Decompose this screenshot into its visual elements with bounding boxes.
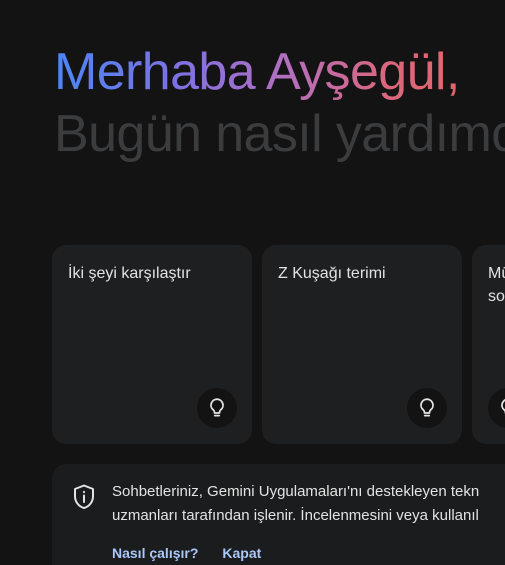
greeting-title: Merhaba Ayşegül, [54,42,466,102]
greeting-subtitle: Bugün nasıl yardımcı olabilirim? [54,105,505,163]
how-it-works-link[interactable]: Nasıl çalışır? [112,545,198,561]
privacy-notice-line-1: Sohbetleriniz, Gemini Uygulamaları'nı de… [112,483,480,500]
greeting: Merhaba Ayşegül, [54,42,466,102]
suggestion-card-text: İki şeyi karşılaştır [68,265,191,282]
lightbulb-icon [407,388,447,428]
close-link[interactable]: Kapat [222,545,261,561]
shield-info-icon [71,483,97,511]
suggestion-card-partial[interactable]: Mü so [472,245,505,444]
suggestion-card-gen-z-term[interactable]: Z Kuşağı terimi [262,245,462,444]
suggestion-card-text: Mü so [488,265,505,305]
privacy-notice-links: Nasıl çalışır? Kapat [112,545,261,561]
lightbulb-icon [488,388,505,428]
suggestion-card-text: Z Kuşağı terimi [278,265,386,282]
suggestion-card-compare[interactable]: İki şeyi karşılaştır [52,245,252,444]
lightbulb-icon [197,388,237,428]
privacy-notice-line-2: uzmanları tarafından işlenir. İncelenmes… [112,507,479,524]
privacy-notice: Sohbetleriniz, Gemini Uygulamaları'nı de… [52,464,505,565]
gemini-home-screen: Merhaba Ayşegül, Bugün nasıl yardımcı ol… [0,0,505,565]
privacy-notice-text: Sohbetleriniz, Gemini Uygulamaları'nı de… [112,480,505,528]
